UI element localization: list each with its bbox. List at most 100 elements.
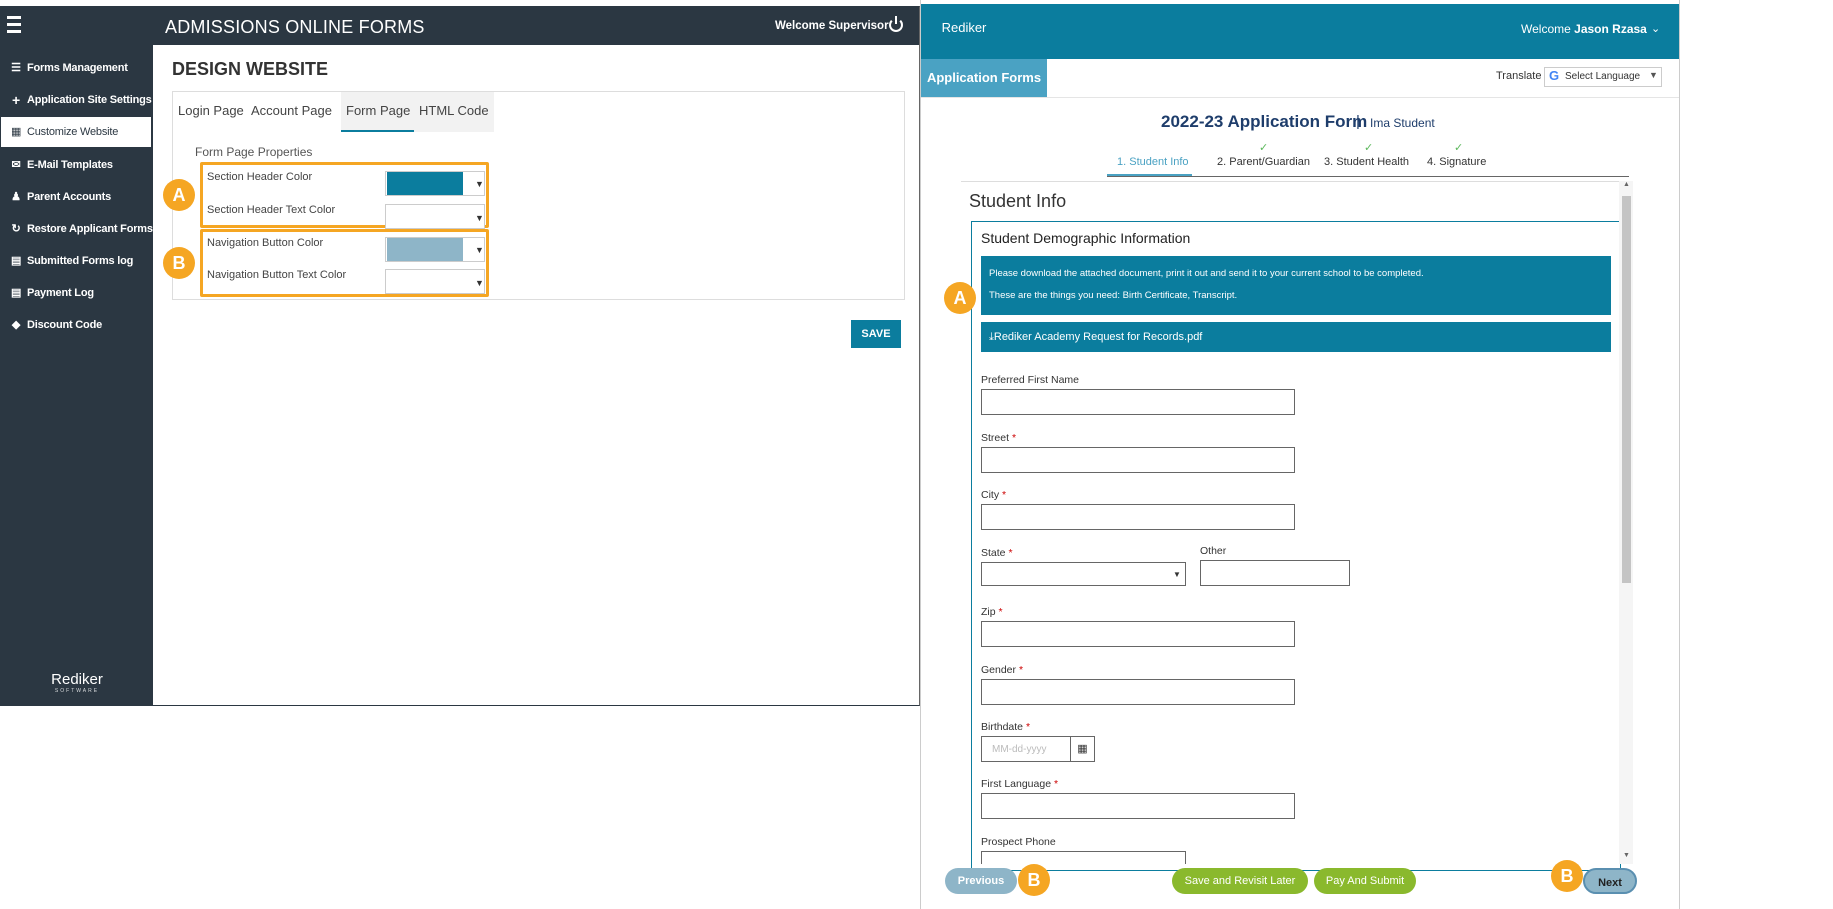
student-name: Ima Student: [1370, 116, 1435, 130]
birthdate-placeholder: MM-dd-yyyy: [992, 744, 1047, 755]
badge-b: B: [1551, 860, 1583, 892]
section-header-color-swatch: [387, 172, 463, 195]
sidebar-item-email-templates[interactable]: ✉ E-Mail Templates: [1, 150, 153, 180]
gender-label: Gender *: [981, 664, 1024, 676]
sidebar-item-label: Customize Website: [27, 126, 119, 138]
document-icon: ▤: [11, 287, 22, 299]
city-label: City *: [981, 489, 1007, 501]
birthdate-input[interactable]: MM-dd-yyyy: [981, 736, 1071, 762]
step-student-info[interactable]: 1. Student Info: [1117, 156, 1189, 168]
gender-input[interactable]: [981, 679, 1295, 705]
sidebar-item-label: Restore Applicant Forms: [27, 223, 153, 235]
title-separator: |: [1356, 113, 1360, 130]
badge-b: B: [163, 247, 195, 279]
step-student-health[interactable]: 3. Student Health: [1324, 156, 1409, 168]
divider: [921, 97, 1679, 98]
rediker-logo: Rediker SOFTWARE: [41, 671, 113, 694]
section-header-color-label: Section Header Color: [207, 171, 313, 183]
sidebar-item-label: Application Site Settings: [27, 94, 152, 106]
logo-subtext: SOFTWARE: [54, 688, 100, 694]
zip-input[interactable]: [981, 621, 1295, 647]
chevron-down-icon[interactable]: ⌄: [1651, 22, 1660, 35]
step-signature[interactable]: 4. Signature: [1427, 156, 1486, 168]
sidebar-item-restore-applicant-forms[interactable]: ↻ Restore Applicant Forms: [1, 214, 153, 244]
sidebar-item-customize-website[interactable]: ▦ Customize Website: [1, 117, 151, 147]
power-icon[interactable]: [889, 16, 903, 32]
sidebar-item-payment-log[interactable]: ▤ Payment Log: [1, 278, 153, 308]
sidebar-item-label: Forms Management: [27, 62, 128, 74]
other-input[interactable]: [1200, 560, 1350, 586]
sidebar-item-label: Discount Code: [27, 319, 103, 331]
city-input[interactable]: [981, 504, 1295, 530]
save-button[interactable]: SAVE: [851, 320, 901, 348]
hamburger-menu-icon[interactable]: [7, 16, 29, 36]
tab-login-page[interactable]: Login Page: [173, 92, 249, 132]
envelope-icon: ✉: [11, 159, 21, 171]
list-icon: ☰: [11, 62, 21, 74]
navigation-button-color-label: Navigation Button Color: [207, 237, 324, 249]
prospect-phone-input[interactable]: [981, 851, 1186, 864]
application-form-window: Rediker Welcome Jason Rzasa ⌄ Applicatio…: [920, 0, 1680, 909]
translate-label: Translate: [1496, 70, 1542, 82]
sidebar-item-parent-accounts[interactable]: ♟ Parent Accounts: [1, 182, 153, 212]
street-input[interactable]: [981, 447, 1295, 473]
street-label: Street *: [981, 432, 1017, 444]
logo-text: Rediker: [51, 671, 103, 688]
info-box: Please download the attached document, p…: [981, 256, 1611, 315]
check-icon: ✓: [1454, 142, 1464, 154]
welcome-user[interactable]: Welcome Jason Rzasa: [1521, 22, 1647, 36]
sidebar-item-submitted-forms-log[interactable]: ▤ Submitted Forms log: [1, 246, 153, 276]
first-language-label: First Language *: [981, 778, 1059, 790]
admin-app-title: ADMISSIONS ONLINE FORMS: [165, 17, 425, 37]
refresh-icon: ↻: [11, 223, 21, 235]
sidebar-item-label: Submitted Forms log: [27, 255, 134, 267]
sidebar-item-application-site-settings[interactable]: + Application Site Settings: [1, 85, 153, 115]
tab-form-page[interactable]: Form Page: [341, 92, 416, 132]
save-and-revisit-later-button[interactable]: Save and Revisit Later: [1172, 868, 1308, 894]
grid-icon: ▦: [11, 126, 22, 138]
other-label: Other: [1200, 545, 1227, 557]
section-header-text-color-select[interactable]: [385, 204, 485, 229]
form-title: 2022-23 Application Form: [1161, 112, 1368, 131]
state-label: State *: [981, 547, 1013, 559]
next-button[interactable]: Next: [1583, 868, 1637, 894]
admin-sidebar: ☰ Forms Management + Application Site Sett…: [1, 45, 153, 705]
navigation-button-color-swatch: [387, 238, 463, 261]
birthdate-label: Birthdate *: [981, 721, 1031, 733]
section-header-text-color-label: Section Header Text Color: [207, 204, 336, 216]
chevron-down-icon: ▼: [1649, 70, 1658, 80]
sidebar-item-label: E-Mail Templates: [27, 159, 113, 171]
preferred-first-name-input[interactable]: [981, 389, 1295, 415]
welcome-prefix: Welcome: [1521, 22, 1571, 36]
welcome-supervisor: Welcome Supervisor: [775, 20, 889, 32]
section-title: Student Info: [969, 191, 1067, 211]
tab-application-forms[interactable]: Application Forms: [921, 59, 1047, 97]
navigation-button-text-color-select[interactable]: [385, 269, 485, 294]
state-select[interactable]: [981, 562, 1186, 586]
scroll-down-icon[interactable]: ▼: [1623, 852, 1630, 859]
previous-button[interactable]: Previous: [945, 868, 1017, 894]
tab-account-page[interactable]: Account Page: [246, 92, 337, 132]
scrollbar-thumb[interactable]: [1622, 196, 1631, 583]
navigation-button-text-color-label: Navigation Button Text Color: [207, 269, 347, 281]
calendar-icon[interactable]: ▦: [1070, 736, 1095, 762]
tab-html-code[interactable]: HTML Code: [414, 92, 494, 132]
admin-window: ADMISSIONS ONLINE FORMS Welcome Supervis…: [0, 6, 920, 706]
info-line-1: Please download the attached document, p…: [989, 268, 1424, 279]
document-icon: ▤: [11, 255, 22, 267]
download-link[interactable]: ⤓Rediker Academy Request for Records.pdf: [981, 322, 1611, 352]
chevron-down-icon: ▼: [475, 245, 484, 255]
pay-and-submit-button[interactable]: Pay And Submit: [1314, 868, 1416, 894]
scroll-up-icon[interactable]: ▲: [1623, 181, 1630, 188]
badge-a: A: [163, 179, 195, 211]
info-line-2: These are the things you need: Birth Cer…: [989, 290, 1238, 301]
sidebar-item-discount-code[interactable]: ◆ Discount Code: [1, 310, 153, 340]
zip-label: Zip *: [981, 606, 1003, 618]
plus-icon: +: [12, 92, 20, 108]
step-parent-guardian[interactable]: 2. Parent/Guardian: [1217, 156, 1310, 168]
sidebar-item-forms-management[interactable]: ☰ Forms Management: [1, 53, 153, 83]
chevron-down-icon: ▼: [475, 213, 484, 223]
subsection-title: Student Demographic Information: [981, 230, 1191, 246]
google-icon: G: [1549, 68, 1560, 83]
first-language-input[interactable]: [981, 793, 1295, 819]
